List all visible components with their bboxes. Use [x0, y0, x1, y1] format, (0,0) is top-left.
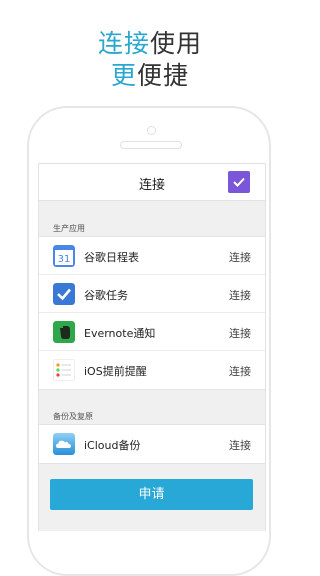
headline-accent-1: 连接: [97, 29, 150, 58]
google-calendar-icon: 31: [53, 245, 75, 267]
evernote-icon: [53, 321, 75, 343]
list-item-label: iOS提前提醒: [84, 365, 147, 378]
headline-rest-1: 使用: [150, 29, 203, 58]
headline-rest-2: 便捷: [137, 61, 190, 90]
section-label-backup: 备份及复原: [53, 412, 93, 421]
headline-accent-2: 更: [110, 61, 137, 90]
list-item-evernote[interactable]: Evernote通知 连接: [39, 313, 265, 351]
connect-link[interactable]: 连接: [229, 325, 251, 341]
check-icon: [233, 177, 245, 187]
connect-link[interactable]: 连接: [229, 249, 251, 265]
apply-button[interactable]: 申请: [50, 479, 253, 510]
google-tasks-icon: [53, 283, 75, 305]
connect-link[interactable]: 连接: [229, 363, 251, 379]
connect-link[interactable]: 连接: [229, 287, 251, 303]
list-item-label: 谷歌任务: [84, 289, 128, 302]
list-item-icloud[interactable]: iCloud备份 连接: [39, 425, 265, 463]
list-item-label: 谷歌日程表: [84, 251, 139, 264]
list-item-ios-reminders[interactable]: iOS提前提醒 连接: [39, 351, 265, 389]
connect-link[interactable]: 连接: [229, 437, 251, 453]
ios-reminders-icon: [53, 359, 75, 381]
section-label-productivity: 生产应用: [53, 224, 85, 233]
productivity-list: 31 谷歌日程表 连接 谷歌任务 连接 Evernote通知 连接 iOS提前提…: [39, 236, 265, 390]
list-item-label: iCloud备份: [84, 439, 141, 452]
phone-screen: 连接 生产应用 31 谷歌日程表 连接 谷歌任务 连接 Evernote通知 连…: [38, 163, 266, 531]
front-camera: [147, 126, 156, 135]
list-item-google-tasks[interactable]: 谷歌任务 连接: [39, 275, 265, 313]
headline-line1: 连接使用: [0, 24, 300, 60]
backup-list: iCloud备份 连接: [39, 424, 265, 464]
confirm-button[interactable]: [228, 171, 250, 193]
phone-speaker: [120, 141, 182, 149]
icloud-icon: [53, 433, 75, 455]
calendar-day-text: 31: [58, 254, 71, 265]
nav-bar: 连接: [39, 164, 265, 201]
headline-line2: 更便捷: [0, 56, 300, 92]
list-item-google-calendar[interactable]: 31 谷歌日程表 连接: [39, 237, 265, 275]
list-item-label: Evernote通知: [84, 327, 156, 340]
